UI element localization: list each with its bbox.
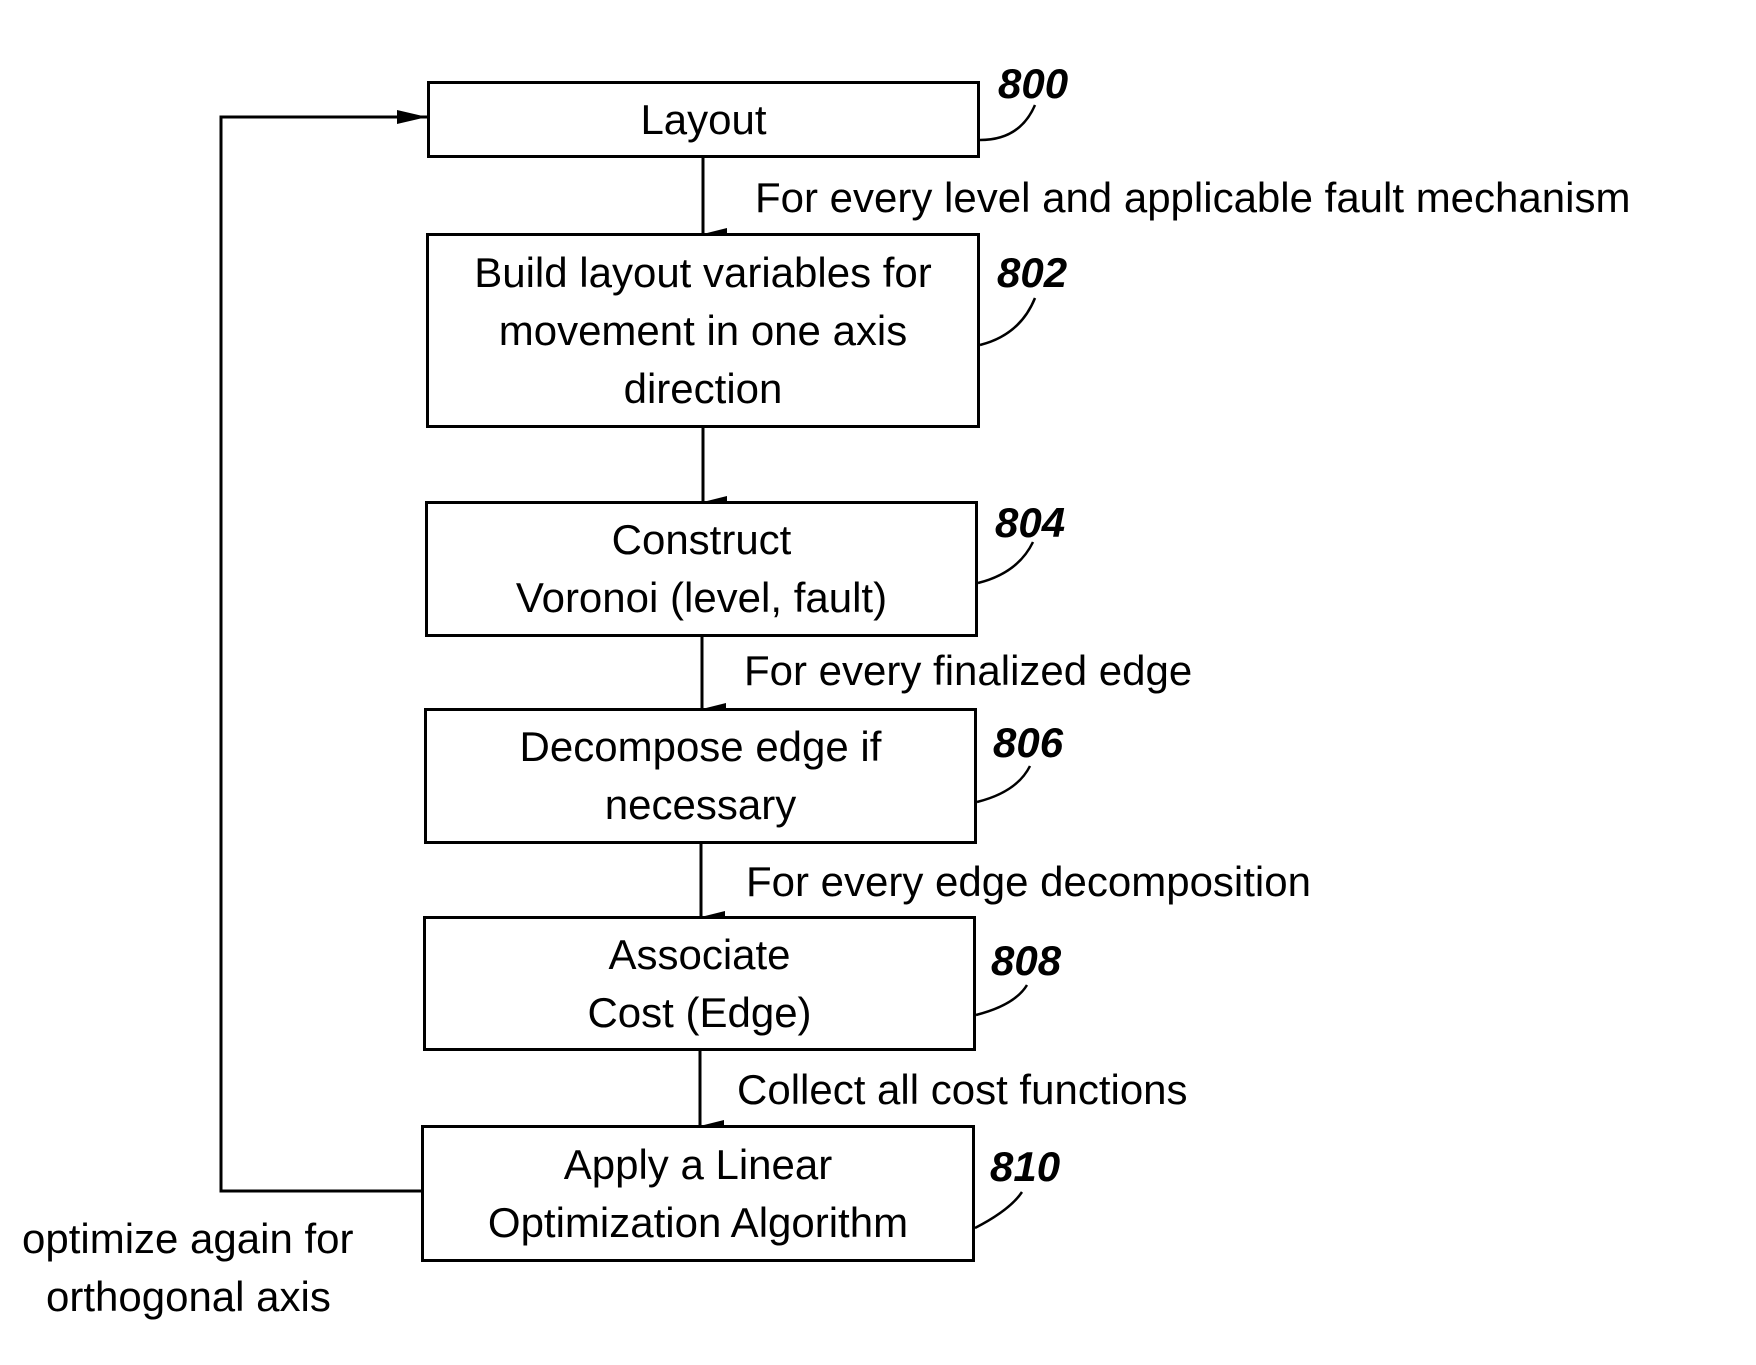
step-808-line-2: Cost (Edge) <box>587 988 812 1036</box>
step-800-line-1: Layout <box>640 95 767 143</box>
step-802-line-3: direction <box>623 364 783 412</box>
step-810-line-1: Apply a Linear <box>563 1140 833 1188</box>
leader-808 <box>975 984 1029 1017</box>
leader-804 <box>977 541 1035 585</box>
step-804-construct-voronoi: Construct Voronoi (level, fault) <box>425 501 978 637</box>
loop-arrow-810-800 <box>219 110 427 1193</box>
edge-label-800-802: For every level and applicable fault mec… <box>755 174 1631 221</box>
step-802-build-layout-variables: Build layout variables for movement in o… <box>426 233 980 428</box>
step-810-line-2: Optimization Algorithm <box>487 1198 909 1246</box>
ref-810: 810 <box>990 1143 1061 1190</box>
step-806-decompose-edge: Decompose edge if necessary <box>424 708 977 844</box>
leader-800 <box>979 104 1037 142</box>
step-802-line-1: Build layout variables for <box>474 248 932 296</box>
loop-label-line-2: orthogonal axis <box>46 1273 331 1320</box>
step-806-line-2: necessary <box>604 781 797 828</box>
step-800-layout: Layout <box>427 81 980 158</box>
ref-800: 800 <box>998 60 1069 107</box>
step-804-line-1: Construct <box>611 516 792 563</box>
edge-label-806-808: For every edge decomposition <box>746 858 1311 905</box>
ref-804: 804 <box>995 499 1066 546</box>
edge-label-804-806: For every finalized edge <box>744 647 1193 694</box>
leader-810 <box>974 1191 1024 1230</box>
edge-label-808-810: Collect all cost functions <box>737 1066 1188 1113</box>
leader-806 <box>976 765 1032 804</box>
ref-806: 806 <box>993 719 1064 766</box>
loop-label-line-1: optimize again for <box>22 1215 354 1262</box>
loop-label: optimize again for orthogonal axis <box>22 1210 354 1326</box>
step-804-line-2: Voronoi (level, fault) <box>515 574 888 621</box>
step-806-line-1: Decompose edge if <box>519 723 882 770</box>
step-802-line-2: movement in one axis <box>498 306 908 354</box>
step-808-associate-cost: Associate Cost (Edge) <box>423 916 976 1051</box>
step-810-apply-linear-optimization: Apply a Linear Optimization Algorithm <box>421 1125 975 1262</box>
ref-802: 802 <box>997 249 1068 296</box>
step-808-line-1: Associate <box>608 930 791 978</box>
ref-808: 808 <box>991 937 1062 984</box>
leader-802 <box>979 297 1037 347</box>
